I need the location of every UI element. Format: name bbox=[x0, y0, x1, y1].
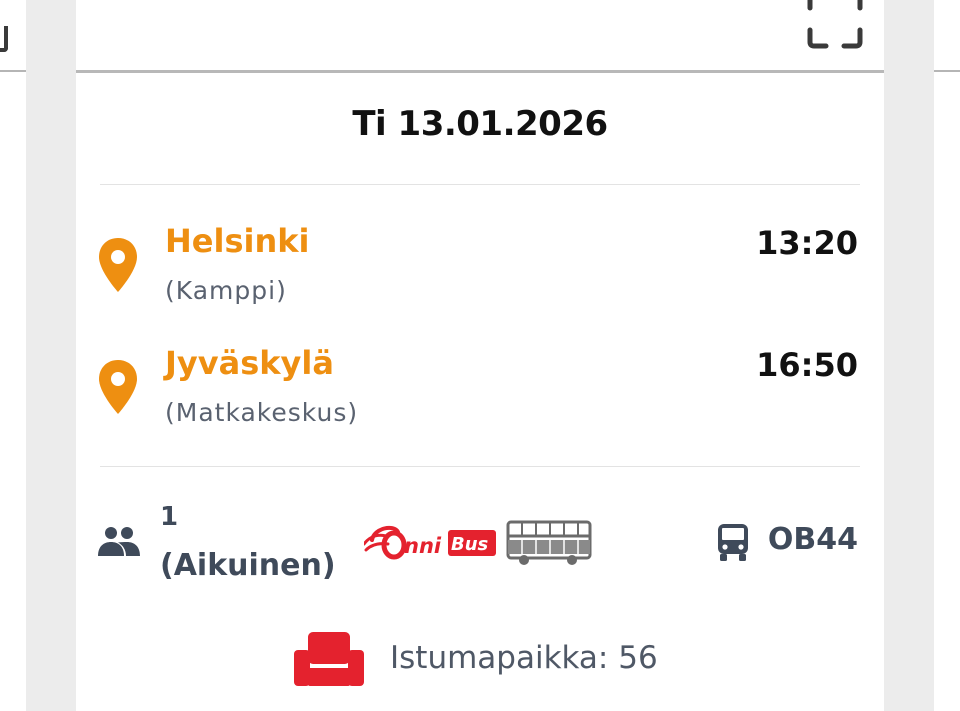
ticket-card: Ti 13.01.2026 Helsinki (Kamppi) 13:20 Jy… bbox=[76, 0, 884, 711]
departure-station: (Kamppi) bbox=[165, 276, 287, 305]
arrival-city: Jyväskylä bbox=[165, 344, 334, 382]
passenger-type: (Aikuinen) bbox=[160, 548, 336, 583]
people-icon bbox=[98, 527, 140, 556]
double-decker-bus-icon bbox=[506, 520, 592, 565]
route-code: OB44 bbox=[767, 522, 858, 557]
onnibus-logo: nni Bus bbox=[364, 520, 592, 565]
card-divider bbox=[934, 70, 960, 72]
arrival-time: 16:50 bbox=[756, 346, 858, 384]
passenger-count: 1 bbox=[160, 502, 179, 532]
next-ticket-card-edge[interactable] bbox=[934, 0, 960, 711]
card-divider bbox=[0, 70, 26, 72]
previous-ticket-card-edge[interactable] bbox=[0, 0, 26, 711]
header-divider bbox=[76, 70, 884, 73]
location-pin-icon bbox=[99, 360, 137, 414]
departure-time: 13:20 bbox=[756, 224, 858, 262]
divider bbox=[100, 184, 860, 185]
arrival-station: (Matkakeskus) bbox=[165, 398, 359, 427]
seat-icon bbox=[294, 632, 364, 686]
logo-text-onni: nni bbox=[404, 534, 442, 558]
travel-date: Ti 13.01.2026 bbox=[352, 104, 608, 144]
fullscreen-scan-icon[interactable] bbox=[806, 0, 864, 50]
departure-city: Helsinki bbox=[165, 222, 310, 260]
seat-number: Istumapaikka: 56 bbox=[390, 640, 658, 676]
divider bbox=[100, 466, 860, 467]
location-pin-icon bbox=[99, 238, 137, 292]
logo-text-bus: Bus bbox=[451, 534, 489, 555]
scan-corner-fragment bbox=[0, 26, 8, 52]
bus-icon bbox=[718, 524, 748, 561]
